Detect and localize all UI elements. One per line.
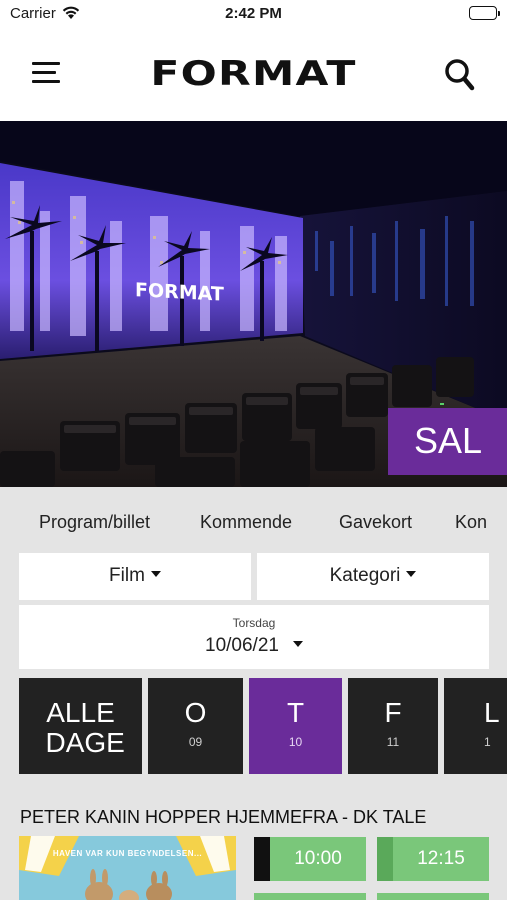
tab-bar: Program/billet Kommende Gavekort Kon	[0, 487, 507, 547]
program-section: Program/billet Kommende Gavekort Kon Fil…	[0, 487, 507, 900]
showtime-button[interactable]: 12:15	[377, 837, 489, 881]
day-all[interactable]: ALLE DAGE	[19, 678, 142, 774]
day-thursday[interactable]: T 10	[249, 678, 342, 774]
day-letter: F	[384, 697, 402, 728]
tab-giftcard[interactable]: Gavekort	[339, 512, 412, 533]
day-letter: L	[484, 697, 500, 728]
day-number: 1	[484, 735, 491, 749]
poster-image	[19, 836, 236, 900]
tab-coming[interactable]: Kommende	[200, 512, 292, 533]
showtime-button[interactable]	[254, 893, 366, 900]
hero-banner[interactable]: FORMAT SAL	[0, 121, 507, 487]
day-number: 11	[386, 735, 400, 749]
day-friday[interactable]: F 11	[348, 678, 438, 774]
caret-down-icon	[292, 641, 303, 648]
status-time: 2:42 PM	[225, 5, 282, 22]
category-select-label: Kategori	[329, 565, 401, 586]
day-letter: O	[184, 697, 207, 728]
poster-caption: HAVEN VAR KUN BEGYNDELSEN...	[52, 849, 203, 858]
day-number: 09	[188, 735, 203, 749]
film-select[interactable]: Film	[19, 553, 251, 600]
movie-title[interactable]: PETER KANIN HOPPER HJEMMEFRA - DK TALE	[20, 807, 426, 828]
app-header: FORMAT	[0, 28, 507, 121]
screen-logo: FORMAT	[135, 279, 224, 306]
battery-icon	[469, 6, 500, 20]
day-wednesday[interactable]: O 09	[148, 678, 243, 774]
showtime-label: 12:15	[417, 848, 465, 869]
date-weekday: Torsdag	[232, 616, 276, 630]
showtime-button[interactable]: 10:00	[254, 837, 366, 881]
status-bar: Carrier 2:42 PM	[0, 0, 507, 28]
tab-more[interactable]: Kon	[455, 512, 487, 533]
category-select[interactable]: Kategori	[257, 553, 489, 600]
availability-bar	[377, 837, 393, 881]
movie-poster[interactable]: HAVEN VAR KUN BEGYNDELSEN...	[19, 836, 236, 900]
day-saturday[interactable]: L 1	[444, 678, 507, 774]
caret-down-icon	[150, 571, 161, 578]
app-logo[interactable]: FORMAT	[0, 54, 507, 94]
tab-program[interactable]: Program/billet	[39, 512, 150, 533]
availability-bar	[254, 837, 270, 881]
search-icon[interactable]	[444, 58, 476, 92]
date-picker[interactable]: Torsdag 10/06/21	[19, 605, 489, 669]
film-select-label: Film	[109, 565, 145, 586]
caret-down-icon	[406, 571, 417, 578]
day-number: 10	[288, 735, 303, 749]
showtime-label: 10:00	[294, 848, 342, 869]
hall-badge[interactable]: SAL	[388, 408, 507, 475]
showtime-button[interactable]	[377, 893, 489, 900]
date-value: 10/06/21	[19, 635, 489, 657]
day-letter: T	[286, 697, 305, 728]
day-all-label: ALLE DAGE	[45, 697, 125, 758]
day-selector: ALLE DAGE O 09 T 10 F 11 L 1	[0, 678, 507, 774]
